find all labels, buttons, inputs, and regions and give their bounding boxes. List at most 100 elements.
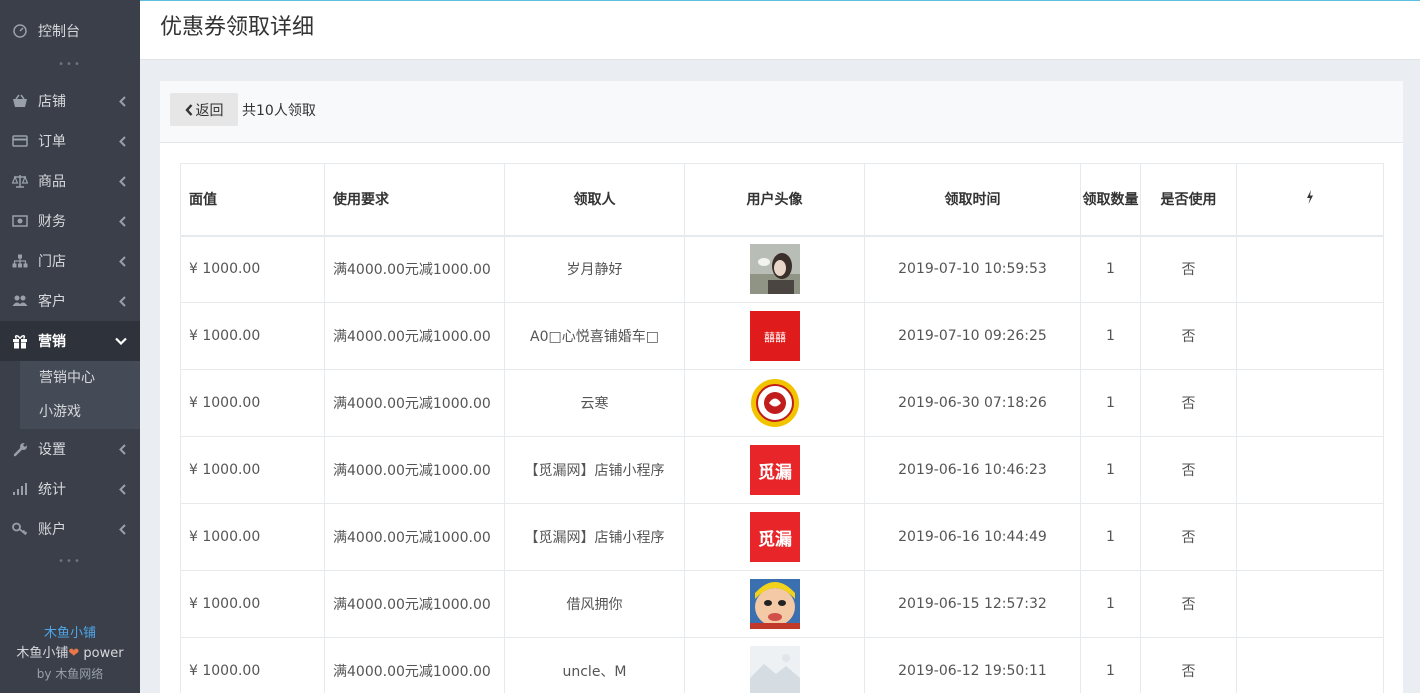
table-header-row: 面值 使用要求 领取人 用户头像 领取时间 领取数量 是否使用 [180, 163, 1384, 237]
chevron-left-icon [118, 294, 126, 308]
cell-used: 否 [1140, 369, 1237, 437]
sidebar-item-customers[interactable]: 客户 [0, 281, 140, 321]
user-avatar [749, 579, 800, 629]
cell-actions [1236, 637, 1384, 693]
cell-requirement: 满4000.00元减1000.00 [324, 637, 505, 693]
sidebar-item-label: 商品 [38, 174, 66, 190]
chevron-left-icon [118, 94, 126, 108]
cell-quantity: 1 [1080, 637, 1141, 693]
cell-requirement: 满4000.00元减1000.00 [324, 503, 505, 571]
cell-claimer: 【觅漏网】店铺小程序 [504, 503, 685, 571]
bolt-icon [1307, 190, 1313, 205]
chevron-down-icon [114, 334, 128, 348]
page-title: 优惠券领取详细 [160, 15, 315, 40]
marketing-submenu: 营销中心 小游戏 [20, 361, 140, 429]
cell-claimer: 【觅漏网】店铺小程序 [504, 436, 685, 504]
sidebar-item-shop[interactable]: 店铺 [0, 81, 140, 121]
sidebar-item-label: 店铺 [38, 94, 66, 110]
sidebar-item-products[interactable]: 商品 [0, 161, 140, 201]
col-header-used: 是否使用 [1140, 163, 1237, 237]
back-button[interactable]: 返回 [170, 93, 238, 126]
cell-requirement: 满4000.00元减1000.00 [324, 436, 505, 504]
dashboard-icon [12, 23, 28, 39]
sidebar-item-label: 财务 [38, 214, 66, 230]
submenu-item-marketing-center[interactable]: 营销中心 [20, 361, 140, 395]
sidebar: 控制台 ••• 店铺 订单 商品 财务 门店 客户 营销 营销中心 小游戏 设置… [0, 0, 140, 693]
cell-time: 2019-06-12 19:50:11 [864, 637, 1081, 693]
power-suffix: power [79, 646, 124, 661]
sidebar-item-finance[interactable]: 财务 [0, 201, 140, 241]
cell-actions [1236, 235, 1384, 303]
cell-quantity: 1 [1080, 235, 1141, 303]
table-row: ¥ 1000.00 满4000.00元减1000.00 uncle、M 2019… [180, 637, 1384, 693]
table-row: ¥ 1000.00 满4000.00元减1000.00 【觅漏网】店铺小程序 觅… [180, 436, 1384, 504]
chevron-left-icon [118, 134, 126, 148]
claims-table: 面值 使用要求 领取人 用户头像 领取时间 领取数量 是否使用 ¥ 1000.0… [180, 163, 1384, 693]
cell-actions [1236, 503, 1384, 571]
cell-used: 否 [1140, 235, 1237, 303]
user-avatar: 觅漏 [749, 445, 800, 495]
sidebar-item-label: 客户 [38, 294, 66, 310]
cell-avatar: 囍囍 [684, 302, 865, 370]
cell-avatar: 觅漏 [684, 503, 865, 571]
heart-icon: ❤ [68, 646, 80, 661]
cell-quantity: 1 [1080, 436, 1141, 504]
brand-link[interactable]: 木鱼小铺 [0, 624, 140, 644]
chevron-left-icon [184, 103, 192, 116]
wrench-icon [12, 441, 28, 457]
basket-icon [12, 93, 28, 109]
sidebar-item-orders[interactable]: 订单 [0, 121, 140, 161]
cell-actions [1236, 302, 1384, 370]
cell-claimer: 岁月静好 [504, 235, 685, 303]
sidebar-item-dashboard[interactable]: 控制台 [0, 11, 140, 51]
sidebar-item-label: 账户 [38, 522, 66, 538]
cell-actions [1236, 436, 1384, 504]
sidebar-item-label: 门店 [38, 254, 66, 270]
table-row: ¥ 1000.00 满4000.00元减1000.00 云寒 2019-06-3… [180, 369, 1384, 437]
sidebar-item-account[interactable]: 账户 [0, 509, 140, 549]
cell-avatar [684, 637, 865, 693]
by-line: by 木鱼网络 [36, 667, 104, 681]
user-avatar: 觅漏 [749, 512, 800, 562]
user-avatar [749, 244, 800, 295]
user-avatar [749, 378, 800, 428]
power-line: 木鱼小铺❤ power [0, 644, 140, 664]
key-icon [12, 521, 28, 537]
money-icon [12, 213, 28, 229]
sidebar-item-marketing[interactable]: 营销 [0, 321, 140, 361]
cell-time: 2019-06-16 10:44:49 [864, 503, 1081, 571]
scale-icon [12, 173, 28, 189]
cell-claimer: A0□心悦喜铺婚车□ [504, 302, 685, 370]
user-avatar: 囍囍 [749, 311, 800, 361]
avatar-text: 觅漏 [758, 529, 792, 550]
col-header-quantity: 领取数量 [1080, 163, 1141, 237]
separator-dots: ••• [58, 59, 82, 70]
cell-requirement: 满4000.00元减1000.00 [324, 235, 505, 303]
cell-requirement: 满4000.00元减1000.00 [324, 570, 505, 638]
sidebar-item-settings[interactable]: 设置 [0, 429, 140, 469]
cell-claimer: uncle、M [504, 637, 685, 693]
card-icon [12, 133, 28, 149]
cell-value: ¥ 1000.00 [180, 302, 325, 370]
col-header-avatar: 用户头像 [684, 163, 865, 237]
sidebar-item-label: 订单 [38, 134, 66, 150]
cell-value: ¥ 1000.00 [180, 637, 325, 693]
cell-value: ¥ 1000.00 [180, 436, 325, 504]
cell-value: ¥ 1000.00 [180, 369, 325, 437]
power-prefix: 木鱼小铺 [16, 646, 69, 661]
cell-time: 2019-06-16 10:46:23 [864, 436, 1081, 504]
gift-icon [12, 333, 28, 349]
submenu-item-mini-games[interactable]: 小游戏 [20, 395, 140, 429]
users-icon [12, 293, 28, 309]
back-button-label: 返回 [195, 102, 224, 119]
chevron-left-icon [118, 174, 126, 188]
sidebar-item-statistics[interactable]: 统计 [0, 469, 140, 509]
cell-time: 2019-06-30 07:18:26 [864, 369, 1081, 437]
cell-requirement: 满4000.00元减1000.00 [324, 302, 505, 370]
table-row: ¥ 1000.00 满4000.00元减1000.00 借风拥你 2019-06… [180, 570, 1384, 638]
cell-requirement: 满4000.00元减1000.00 [324, 369, 505, 437]
user-avatar [749, 646, 800, 693]
sidebar-item-stores[interactable]: 门店 [0, 241, 140, 281]
claim-count: 共10人领取 [242, 103, 316, 119]
chevron-left-icon [118, 254, 126, 268]
